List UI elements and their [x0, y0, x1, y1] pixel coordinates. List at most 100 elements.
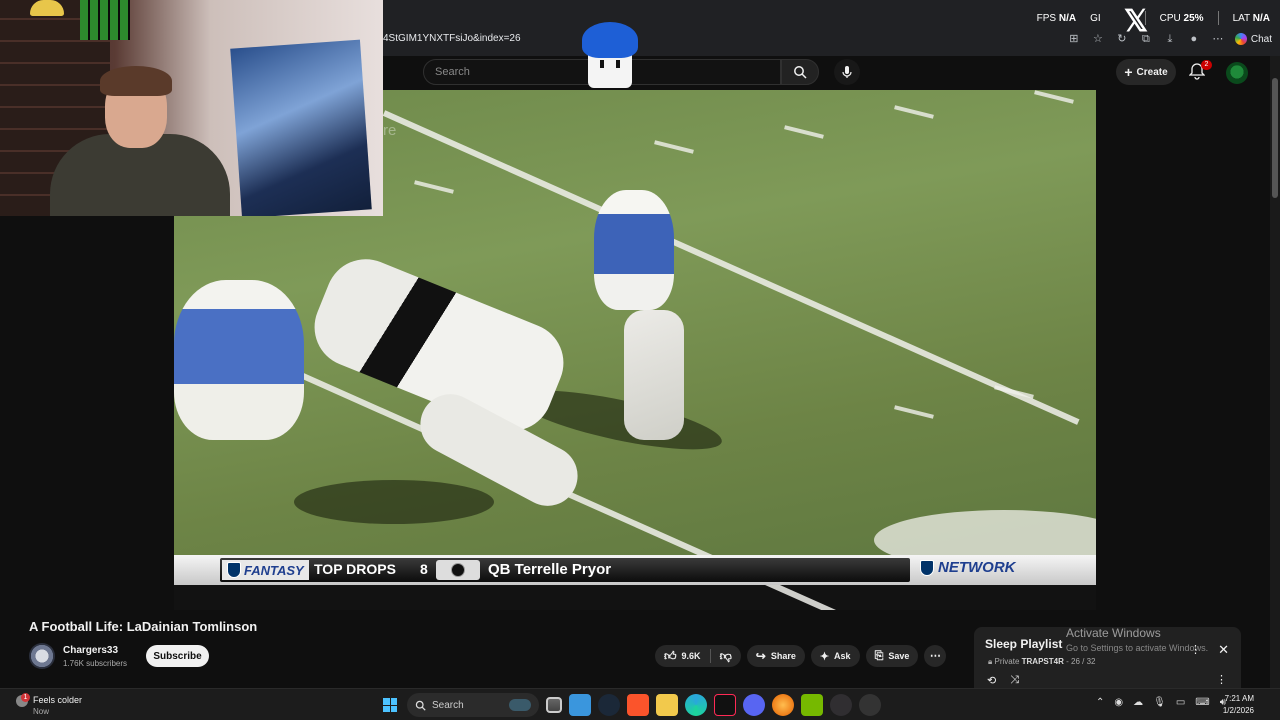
like-dislike-group: 👍︎ 9.6K 👎︎ [655, 645, 741, 667]
split-screen-icon[interactable]: ⊞ [1067, 32, 1081, 46]
chevron-up-icon[interactable]: ⌃ [1096, 697, 1104, 708]
mascot-eye [600, 60, 604, 68]
hash-mark [894, 405, 934, 419]
notification-badge: 2 [1201, 60, 1212, 70]
clock-time: 7:21 AM [1224, 694, 1254, 703]
steam-tray-icon[interactable]: ◉ [1114, 697, 1123, 708]
playlist-controls: ⟲ ⤨ [987, 674, 1019, 687]
display-icon[interactable]: ▭ [1176, 697, 1185, 708]
system-tray: ⌃ ◉ ☁ 🎙︎ ▭ ⌨ 🔊︎ [1096, 697, 1226, 708]
loop-icon[interactable]: ⟲ [987, 674, 996, 687]
nfl-network-logo: NETWORK [920, 559, 1016, 576]
firefox-icon[interactable] [772, 694, 794, 716]
more-actions-button[interactable]: ⋯ [924, 645, 947, 667]
file-explorer-icon[interactable] [656, 694, 678, 716]
copilot-chat-button[interactable]: Chat [1234, 33, 1272, 45]
brave-icon[interactable] [627, 694, 649, 716]
weather-title: Feels colder [33, 695, 83, 705]
network-icon[interactable]: ⌨ [1195, 697, 1209, 708]
channel-name[interactable]: Chargers33 [63, 645, 118, 656]
playlist-menu-icon[interactable]: ⋮ [1216, 673, 1227, 686]
player-name: QB Terrelle Pryor [488, 561, 612, 578]
microphone-icon [842, 66, 852, 78]
dislike-button[interactable]: 👎︎ [711, 645, 741, 667]
edge-icon[interactable] [685, 694, 707, 716]
more-menu-icon[interactable]: ⋯ [1211, 32, 1225, 46]
windows-taskbar: 1 Feels colder Now Search ⌃ ◉ ☁ 🎙︎ ▭ ⌨ 🔊… [0, 688, 1280, 720]
separator: - [1066, 657, 1069, 666]
screen: 4StGIM1YNXTFsiJo&index=26 ⊞ ☆ ↻ ⧉ ⤓ ● ⋯ … [0, 0, 1280, 720]
fantasy-badge: FANTASY [222, 560, 309, 580]
lock-icon: 🔒︎ [988, 657, 993, 666]
taskbar-search[interactable]: Search [407, 693, 539, 717]
microphone-tray-icon[interactable]: 🎙︎ [1153, 697, 1166, 708]
streamer-webcam [0, 0, 383, 216]
subscribe-button[interactable]: Subscribe [146, 645, 209, 667]
bookmark-icon: ⎘ [874, 649, 884, 662]
copilot-icon [1234, 33, 1247, 45]
performance-overlay: FPS N/A GI CPU 25% LAT N/A [1037, 11, 1270, 25]
url-text[interactable]: 4StGIM1YNXTFsiJo&index=26 [383, 33, 521, 44]
share-button[interactable]: ↪ Share [746, 645, 805, 667]
share-label: Share [770, 651, 796, 661]
hash-mark [1034, 90, 1074, 104]
cloud-icon[interactable]: ☁ [1133, 697, 1143, 708]
streamer [50, 66, 230, 216]
taskbar-clock[interactable]: 7:21 AM 1/2/2026 [1216, 693, 1254, 717]
favorite-star-icon[interactable]: ☆ [1091, 32, 1105, 46]
nvidia-icon[interactable] [801, 694, 823, 716]
steam-icon[interactable] [598, 694, 620, 716]
search-highlight-icon [509, 699, 531, 711]
close-icon[interactable]: ✕ [1218, 642, 1229, 658]
nfl-shield-icon [920, 559, 934, 576]
wall-poster [230, 39, 372, 216]
task-view-icon[interactable] [546, 697, 562, 713]
playlist-title[interactable]: Sleep Playlist [985, 637, 1062, 651]
thumbs-down-icon: 👎︎ [719, 648, 732, 663]
obs-icon[interactable] [830, 694, 852, 716]
youtube-header: Search + Create 2 [383, 56, 1280, 90]
account-avatar[interactable] [1226, 62, 1248, 84]
lat-readout: LAT N/A [1232, 12, 1270, 24]
nfl-shield-icon [227, 562, 241, 578]
hash-mark [784, 125, 824, 139]
spotify-icon[interactable] [859, 694, 881, 716]
playlist-owner[interactable]: TRAPST4R [1022, 657, 1064, 666]
video-actions: 👍︎ 9.6K 👎︎ ↪ Share ✦ Ask ⎘ Save ⋯ [655, 645, 947, 667]
subscriber-count: 1.76K subscribers [63, 659, 128, 668]
sparkle-icon: ✦ [819, 650, 830, 663]
notepad-icon[interactable] [569, 694, 591, 716]
ghost-overlay-text: re [383, 122, 397, 139]
channel-avatar[interactable] [29, 643, 55, 669]
voice-search-button[interactable] [834, 59, 860, 85]
save-button[interactable]: ⎘ Save [865, 645, 919, 667]
start-button[interactable] [380, 695, 400, 715]
divider [1217, 11, 1219, 25]
search-icon [415, 700, 426, 711]
ask-button[interactable]: ✦ Ask [810, 645, 860, 667]
create-button[interactable]: + Create [1116, 59, 1176, 85]
tiktok-icon[interactable] [714, 694, 736, 716]
search-button[interactable] [781, 59, 819, 85]
page-scrollbar[interactable] [1270, 56, 1280, 688]
like-button[interactable]: 👍︎ 9.6K [655, 645, 710, 667]
scrollbar-thumb[interactable] [1272, 78, 1278, 198]
blocker-player [174, 280, 304, 440]
taskbar-search-label: Search [432, 699, 464, 711]
shuffle-icon[interactable]: ⤨ [1010, 674, 1019, 687]
thumbs-up-icon: 👍︎ [664, 648, 677, 663]
save-label: Save [888, 651, 910, 661]
downloads-icon[interactable]: ⤓ [1163, 32, 1177, 46]
gpu-readout: GI [1090, 12, 1101, 24]
search-icon [794, 66, 807, 79]
yellow-cap [30, 0, 64, 16]
raiders-logo-icon [436, 560, 480, 580]
discord-icon[interactable] [743, 694, 765, 716]
profile-icon[interactable]: ● [1187, 32, 1201, 46]
clock-date: 1/2/2026 [1222, 706, 1254, 715]
activate-windows-subtitle: Go to Settings to activate Windows. [1066, 643, 1209, 653]
fantasy-label: FANTASY [244, 562, 304, 578]
rank-number: 8 [420, 561, 428, 577]
notifications-button[interactable]: 2 [1188, 60, 1212, 82]
create-label: Create [1136, 66, 1168, 78]
